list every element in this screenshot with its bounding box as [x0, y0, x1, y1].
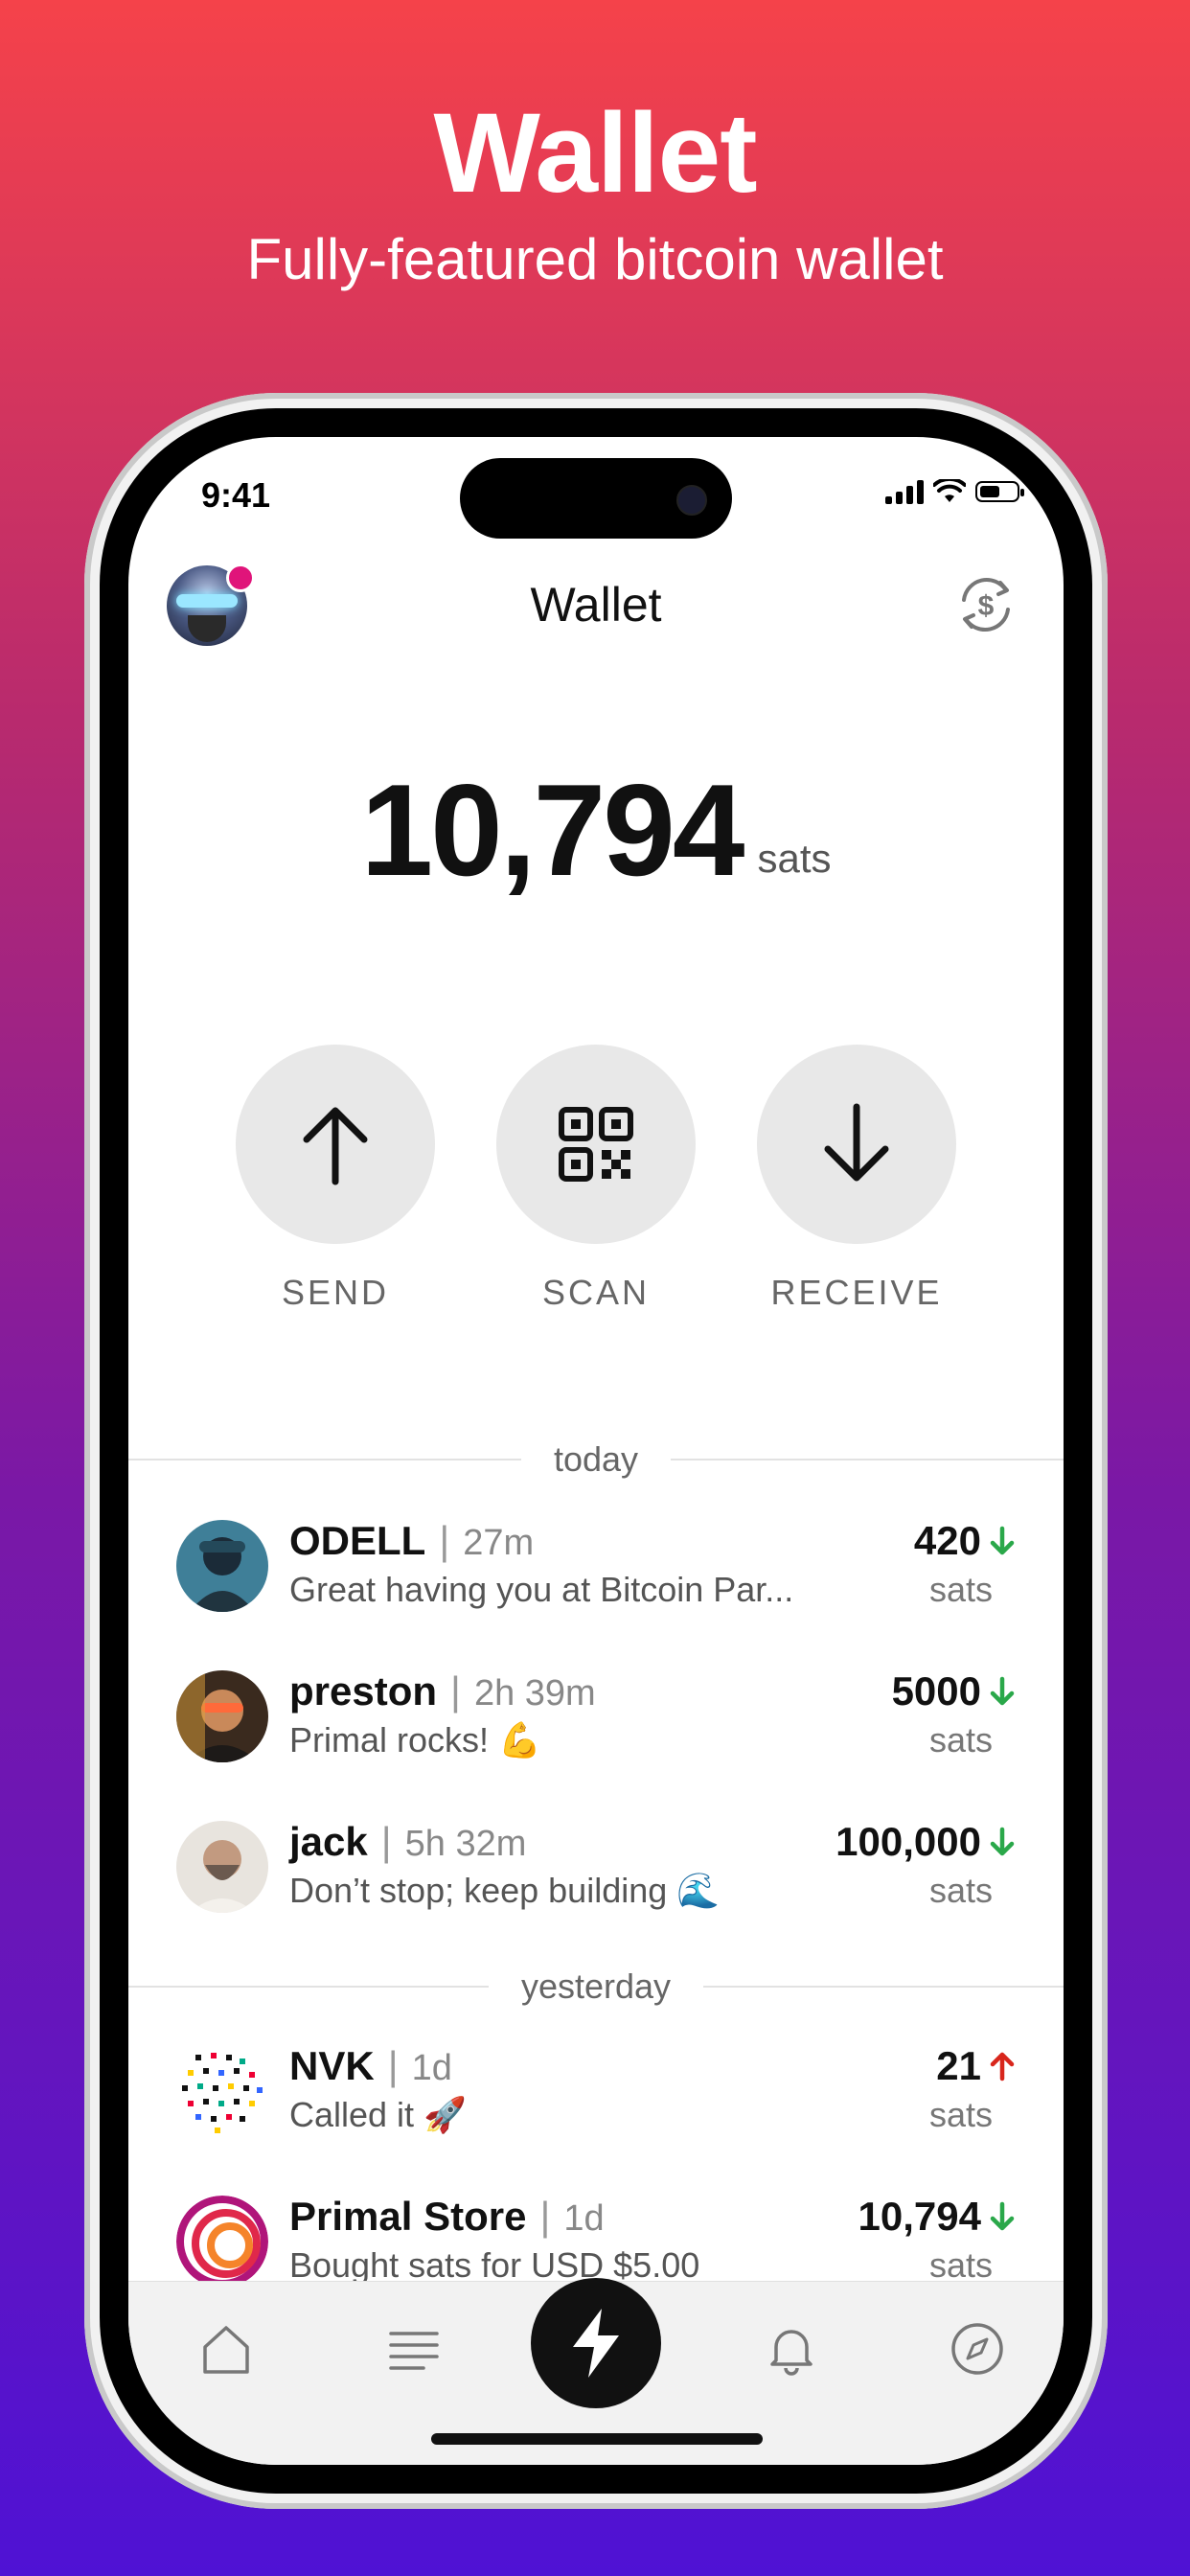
avatar: [176, 1520, 268, 1612]
transaction-time: 1d: [411, 2048, 452, 2088]
section-label-today: today: [553, 1439, 639, 1479]
svg-text:$: $: [978, 590, 995, 622]
send-label: SEND: [281, 1273, 390, 1312]
transaction-time: 1d: [563, 2198, 605, 2239]
phone-screen: 9:41 Wallet $ 10,794 sats SEND SCAN RECE…: [128, 437, 1064, 2465]
avatar: [176, 2045, 268, 2137]
home-icon[interactable]: [197, 2320, 255, 2378]
transaction-row[interactable]: Primal Store | 1d Bought sats for USD $5.0…: [176, 2194, 1016, 2291]
battery-icon: [975, 481, 1024, 502]
transaction-time: 2h 39m: [473, 1673, 596, 1714]
hero-title: Wallet: [433, 90, 757, 217]
scan-circle[interactable]: [496, 1045, 696, 1244]
scan-button[interactable]: SCAN: [496, 1045, 696, 1313]
lightning-button[interactable]: [531, 2278, 661, 2408]
transaction-message: Called it 🚀: [289, 2095, 467, 2134]
arrow-up-icon: [303, 1107, 368, 1185]
amount-unit: sats: [928, 2095, 993, 2134]
home-indicator: [431, 2433, 763, 2445]
balance-amount: 10,794: [360, 757, 745, 903]
sender-name: jack: [289, 1819, 368, 1864]
sender-name: Primal Store: [289, 2194, 527, 2239]
amount-value: 420: [913, 1518, 981, 1563]
transaction-message: Bought sats for USD $5.00: [289, 2245, 700, 2285]
transaction-row[interactable]: jack | 5h 32m Don’t stop; keep building 🌊 …: [176, 1819, 1016, 1917]
arrow-down-icon: [990, 1827, 1015, 1856]
transaction-time: 27m: [463, 1523, 535, 1563]
feed-icon[interactable]: [385, 2320, 443, 2378]
amount-value: 100,000: [835, 1819, 981, 1864]
qr-code-icon: [559, 1107, 633, 1182]
arrow-down-icon: [990, 1526, 1015, 1555]
transaction-time: 5h 32m: [404, 1824, 527, 1864]
arrow-down-icon: [990, 2201, 1015, 2231]
sender-name: ODELL: [289, 1518, 426, 1563]
wifi-icon: [933, 479, 966, 502]
avatar: [176, 1821, 268, 1913]
receive-button[interactable]: RECEIVE: [757, 1045, 956, 1313]
transaction-amount: 100,000: [835, 1819, 1016, 1865]
transaction-amount: 5000: [892, 1668, 1016, 1714]
amount-value: 5000: [891, 1668, 981, 1714]
transaction-row[interactable]: preston | 2h 39m Primal rocks! 💪 5000 sats: [176, 1668, 1016, 1766]
transaction-message: Great having you at Bitcoin Par...: [289, 1570, 794, 1609]
avatar: [176, 1670, 268, 1762]
dynamic-island: [460, 458, 732, 539]
transaction-row[interactable]: ODELL | 27m Great having you at Bitcoin Pa…: [176, 1518, 1016, 1616]
section-divider-yesterday: yesterday: [128, 1961, 1064, 2011]
send-circle[interactable]: [236, 1045, 435, 1244]
section-divider-today: today: [128, 1434, 1064, 1484]
camera-icon: [676, 485, 707, 516]
send-button[interactable]: SEND: [236, 1045, 435, 1313]
bottom-nav: [128, 2278, 1064, 2465]
page-title: Wallet: [530, 578, 662, 632]
compass-icon[interactable]: [949, 2320, 1006, 2378]
signal-icon: [885, 479, 924, 504]
transaction-amount: 21: [936, 2043, 1016, 2089]
transaction-row[interactable]: NVK | 1d Called it 🚀 21 sats: [176, 2043, 1016, 2141]
amount-unit: sats: [928, 2245, 993, 2285]
arrow-up-icon: [990, 2052, 1015, 2082]
transaction-message: Don’t stop; keep building 🌊: [289, 1871, 721, 1910]
transaction-amount: 420: [914, 1518, 1016, 1564]
bell-icon[interactable]: [763, 2320, 820, 2378]
receive-label: RECEIVE: [770, 1273, 943, 1312]
balance: 10,794 sats: [128, 765, 1064, 895]
amount-unit: sats: [928, 1871, 993, 1910]
amount-value: 10,794: [858, 2194, 981, 2239]
amount-unit: sats: [928, 1720, 993, 1760]
sender-name: NVK: [289, 2043, 375, 2088]
sender-name: preston: [289, 1668, 438, 1714]
transaction-message: Primal rocks! 💪: [289, 1720, 541, 1760]
status-time: 9:41: [201, 475, 271, 515]
hero-subtitle: Fully-featured bitcoin wallet: [246, 227, 944, 291]
arrow-down-icon: [990, 1676, 1015, 1706]
amount-unit: sats: [928, 1570, 993, 1609]
avatar: [176, 2196, 268, 2288]
dollar-cycle-icon[interactable]: $: [952, 571, 1019, 638]
receive-circle[interactable]: [757, 1045, 956, 1244]
balance-unit: sats: [757, 836, 832, 881]
lightning-icon: [573, 2309, 619, 2378]
amount-value: 21: [936, 2043, 981, 2088]
scan-label: SCAN: [541, 1273, 651, 1312]
transaction-amount: 10,794: [858, 2194, 1016, 2240]
section-label-yesterday: yesterday: [520, 1966, 672, 2006]
arrow-down-icon: [824, 1103, 889, 1182]
status-icons: [885, 479, 1024, 504]
